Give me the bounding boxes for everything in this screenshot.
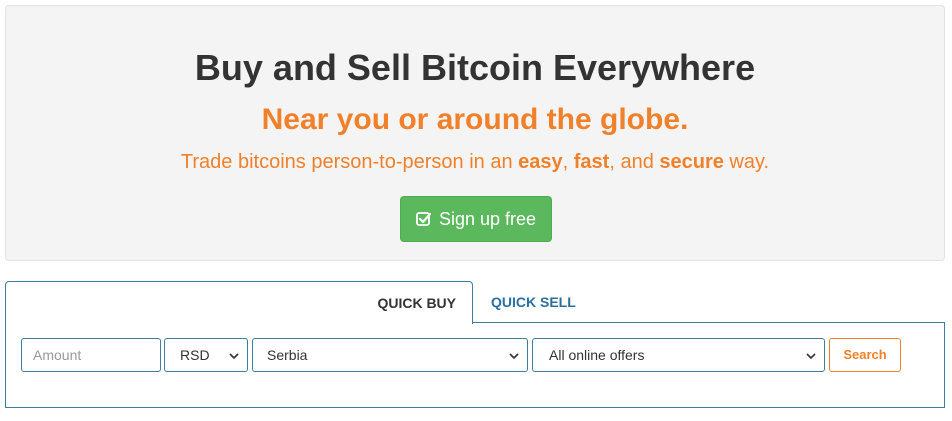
- tab-quick-buy[interactable]: QUICK BUY: [5, 281, 473, 324]
- tagline-prefix: Trade bitcoins person-to-person in an: [180, 151, 519, 173]
- hero-subtitle: Near you or around the globe.: [261, 103, 689, 136]
- chevron-down-icon: [509, 353, 519, 360]
- tagline-sep-1: ,: [562, 151, 574, 173]
- tagline-easy: easy: [518, 151, 563, 173]
- amount-placeholder: Amount: [33, 347, 82, 363]
- country-select[interactable]: Serbia: [252, 338, 528, 372]
- tagline-secure: secure: [659, 151, 724, 173]
- signup-button[interactable]: Sign up free: [400, 196, 552, 242]
- currency-value: RSD: [180, 347, 210, 363]
- tagline-suffix: way.: [723, 151, 770, 173]
- search-button[interactable]: Search: [829, 338, 901, 372]
- payment-method-select[interactable]: All online offers: [532, 338, 825, 372]
- quick-trade-panel: QUICK BUY QUICK SELL Amount RSD Serbia A…: [5, 281, 945, 408]
- chevron-down-icon: [806, 353, 816, 360]
- tagline-fast: fast: [573, 151, 610, 173]
- tagline-sep-2: , and: [609, 151, 660, 173]
- country-value: Serbia: [267, 347, 308, 363]
- currency-select[interactable]: RSD: [164, 338, 248, 372]
- tab-quick-sell[interactable]: QUICK SELL: [475, 281, 595, 323]
- hero-title: Buy and Sell Bitcoin Everywhere: [194, 47, 756, 88]
- check-square-icon: [416, 211, 432, 227]
- chevron-down-icon: [229, 353, 239, 360]
- hero-tagline: Trade bitcoins person-to-person in an ea…: [6, 149, 944, 175]
- payment-method-value: All online offers: [549, 347, 645, 363]
- hero-banner: Buy and Sell Bitcoin Everywhere Near you…: [5, 5, 945, 261]
- amount-input[interactable]: Amount: [21, 338, 161, 372]
- signup-button-label: Sign up free: [438, 209, 537, 229]
